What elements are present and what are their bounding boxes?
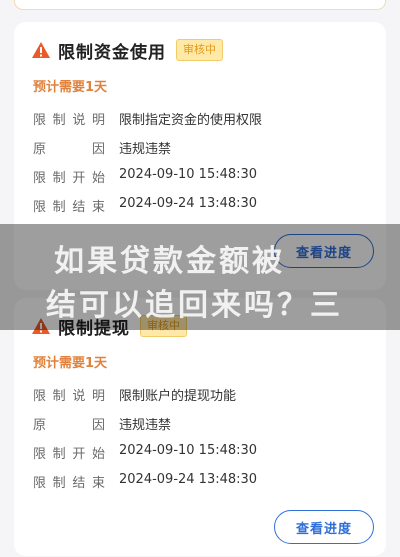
info-value: 2024-09-10 15:48:30 (119, 443, 258, 458)
info-value: 2024-09-10 15:48:30 (119, 167, 258, 182)
info-label: 原因 (33, 418, 105, 433)
info-value: 2024-09-24 13:48:30 (119, 196, 258, 211)
card-title: 限制资金使用 (58, 42, 166, 63)
warning-triangle-icon (32, 42, 50, 58)
info-label: 限制说明 (33, 113, 105, 128)
info-label: 限制结束 (33, 200, 105, 215)
overlay-text-line-2: 结可以追回来吗？三 (46, 288, 343, 323)
info-value: 2024-09-24 13:48:30 (119, 472, 258, 487)
info-value: 违规违禁 (119, 418, 172, 433)
info-value: 限制指定资金的使用权限 (119, 113, 263, 128)
info-label: 限制开始 (33, 447, 105, 462)
info-value: 限制账户的提现功能 (119, 389, 237, 404)
card-header: 限制资金使用 审核中 (31, 38, 223, 63)
estimate-text: 预计需要1天 (33, 80, 108, 95)
info-label: 限制结束 (33, 476, 105, 491)
previous-card-edge (14, 0, 386, 10)
info-label: 原因 (33, 142, 105, 157)
status-badge: 审核中 (176, 39, 223, 61)
info-value: 违规违禁 (119, 142, 172, 157)
view-progress-button[interactable]: 查看进度 (274, 510, 374, 544)
overlay-text-line-1: 如果贷款金额被 (54, 244, 285, 279)
info-label: 限制开始 (33, 171, 105, 186)
estimate-text: 预计需要1天 (33, 356, 108, 371)
watermark-overlay: 如果贷款金额被 结可以追回来吗？三 (0, 224, 400, 330)
restriction-card: 限制提现 审核中 预计需要1天 限制说明 限制账户的提现功能 原因 违规违禁 限… (14, 298, 386, 556)
info-label: 限制说明 (33, 389, 105, 404)
